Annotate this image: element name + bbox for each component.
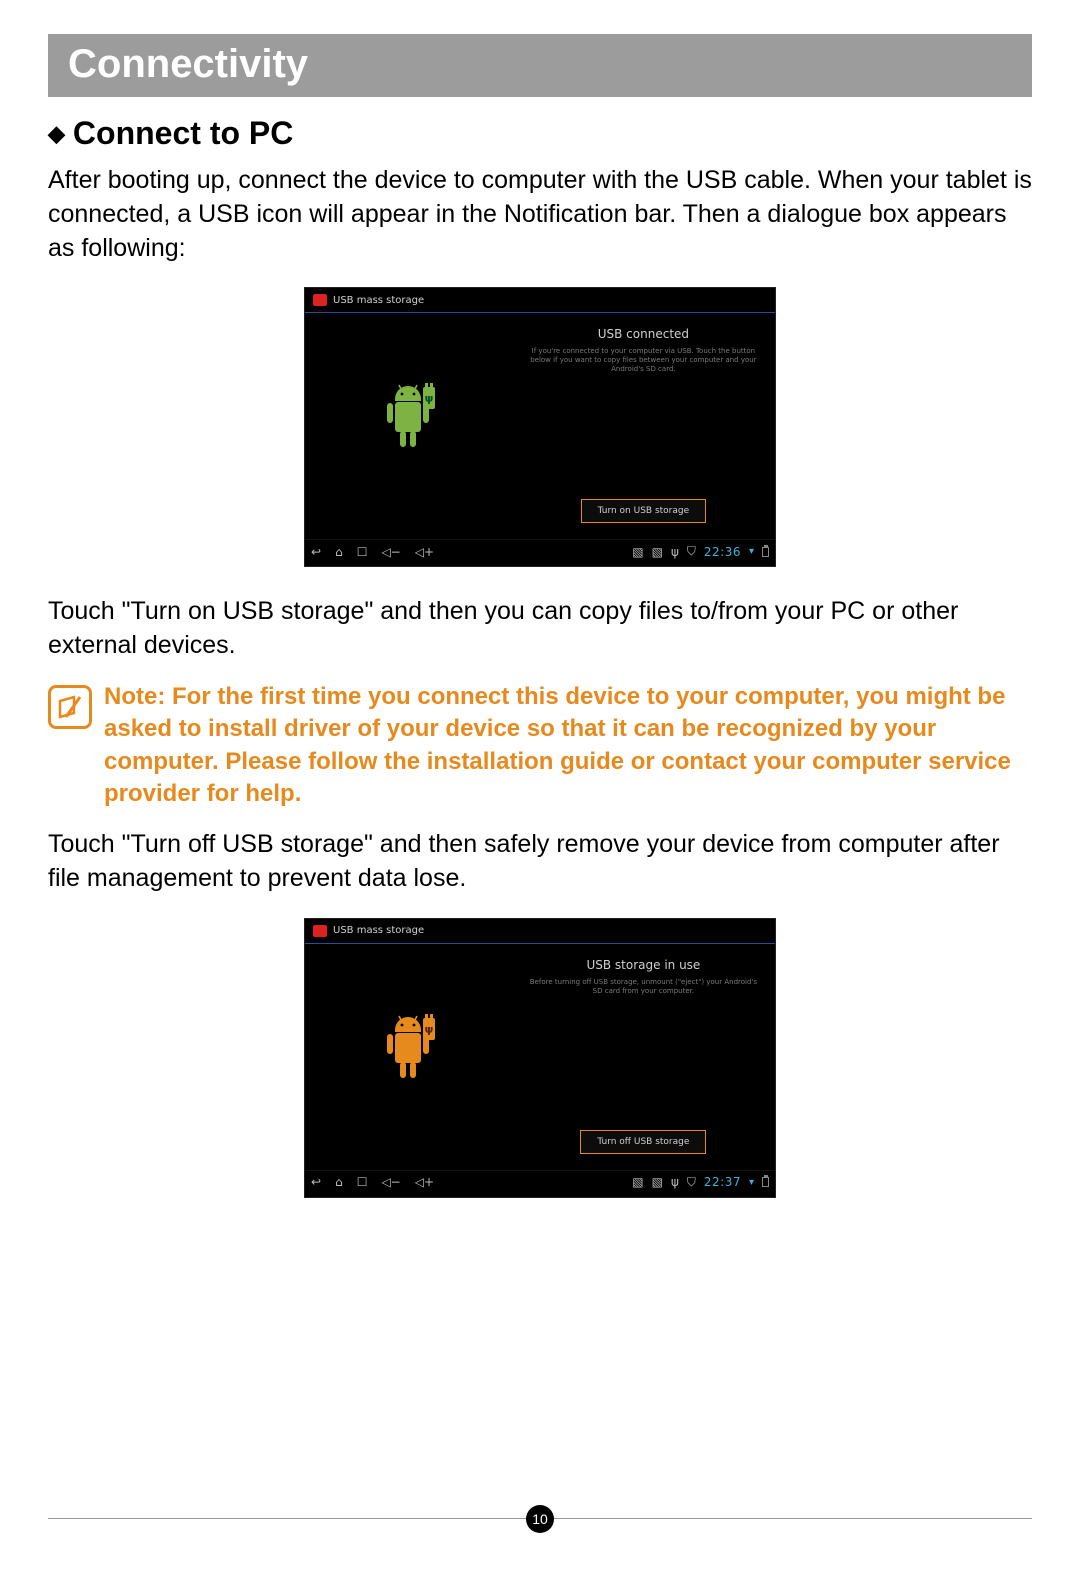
page-number: 10 <box>526 1505 554 1533</box>
debug-icon: ⛉ <box>687 544 696 559</box>
screen-titlebar: USB mass storage <box>305 288 775 313</box>
turn-on-usb-button[interactable]: Turn on USB storage <box>581 499 707 523</box>
screen-titlebar-2: USB mass storage <box>305 919 775 944</box>
note-icon <box>48 685 92 729</box>
usb-status-text: If you're connected to your computer via… <box>528 347 759 374</box>
usb-status-text: Before turning off USB storage, unmount … <box>528 978 759 996</box>
home-icon[interactable]: ⌂ <box>335 1175 343 1189</box>
android-figure-area: ψ <box>305 313 512 539</box>
usb-status-icon: ψ <box>671 545 679 559</box>
section-header: Connectivity <box>48 34 1032 97</box>
home-icon[interactable]: ⌂ <box>335 545 343 559</box>
android-navbar: ↩ ⌂ ☐ ◁− ◁+ ▧ ▧ ψ ⛉ 22:37 ▾ <box>305 1170 775 1194</box>
android-usb-icon-orange: ψ <box>373 1012 443 1102</box>
subheading-connect-to-pc: ◆ Connect to PC <box>48 115 1032 152</box>
usb-status-title: USB connected <box>598 327 689 341</box>
svg-text:ψ: ψ <box>425 392 434 405</box>
android-navbar: ↩ ⌂ ☐ ◁− ◁+ ▧ ▧ ψ ⛉ 22:36 ▾ <box>305 539 775 563</box>
titlebar-text: USB mass storage <box>333 295 424 306</box>
diamond-bullet-icon: ◆ <box>48 121 65 147</box>
volume-up-icon[interactable]: ◁+ <box>415 1175 434 1189</box>
status-icon-2: ▧ <box>652 545 663 559</box>
recent-apps-icon[interactable]: ☐ <box>357 545 368 559</box>
back-icon[interactable]: ↩ <box>311 1175 321 1189</box>
svg-text:ψ: ψ <box>425 1023 434 1036</box>
titlebar-text: USB mass storage <box>333 925 424 936</box>
screenshot-usb-in-use: USB mass storage <box>48 918 1032 1198</box>
debug-icon: ⛉ <box>687 1175 696 1190</box>
note-block: Note: For the first time you connect thi… <box>48 681 1032 811</box>
screenshot-usb-connected: USB mass storage <box>48 287 1032 567</box>
wifi-icon: ▾ <box>749 546 754 557</box>
battery-icon <box>762 547 769 557</box>
clock: 22:37 <box>704 1175 741 1189</box>
usb-status-icon: ψ <box>671 1175 679 1189</box>
intro-paragraph: After booting up, connect the device to … <box>48 164 1032 265</box>
page-footer: 10 <box>48 1518 1032 1558</box>
wifi-icon: ▾ <box>749 1177 754 1188</box>
note-text: Note: For the first time you connect thi… <box>104 681 1032 811</box>
volume-down-icon[interactable]: ◁− <box>381 1175 400 1189</box>
clock: 22:36 <box>704 545 741 559</box>
tablet-screen-2: USB mass storage <box>304 918 776 1198</box>
usb-status-title: USB storage in use <box>586 958 700 972</box>
turn-off-usb-button[interactable]: Turn off USB storage <box>580 1130 706 1154</box>
after-note-paragraph: Touch "Turn off USB storage" and then sa… <box>48 828 1032 896</box>
volume-down-icon[interactable]: ◁− <box>381 545 400 559</box>
android-figure-area: ψ <box>305 944 512 1170</box>
app-icon <box>313 294 327 306</box>
app-icon <box>313 925 327 937</box>
status-icon-1: ▧ <box>632 1175 643 1189</box>
android-usb-icon: ψ <box>373 381 443 471</box>
status-icon-1: ▧ <box>632 545 643 559</box>
volume-up-icon[interactable]: ◁+ <box>415 545 434 559</box>
status-icon-2: ▧ <box>652 1175 663 1189</box>
battery-icon <box>762 1177 769 1187</box>
tablet-screen-1: USB mass storage <box>304 287 776 567</box>
mid-paragraph: Touch "Turn on USB storage" and then you… <box>48 595 1032 663</box>
back-icon[interactable]: ↩ <box>311 545 321 559</box>
subheading-text: Connect to PC <box>73 115 293 152</box>
recent-apps-icon[interactable]: ☐ <box>357 1175 368 1189</box>
